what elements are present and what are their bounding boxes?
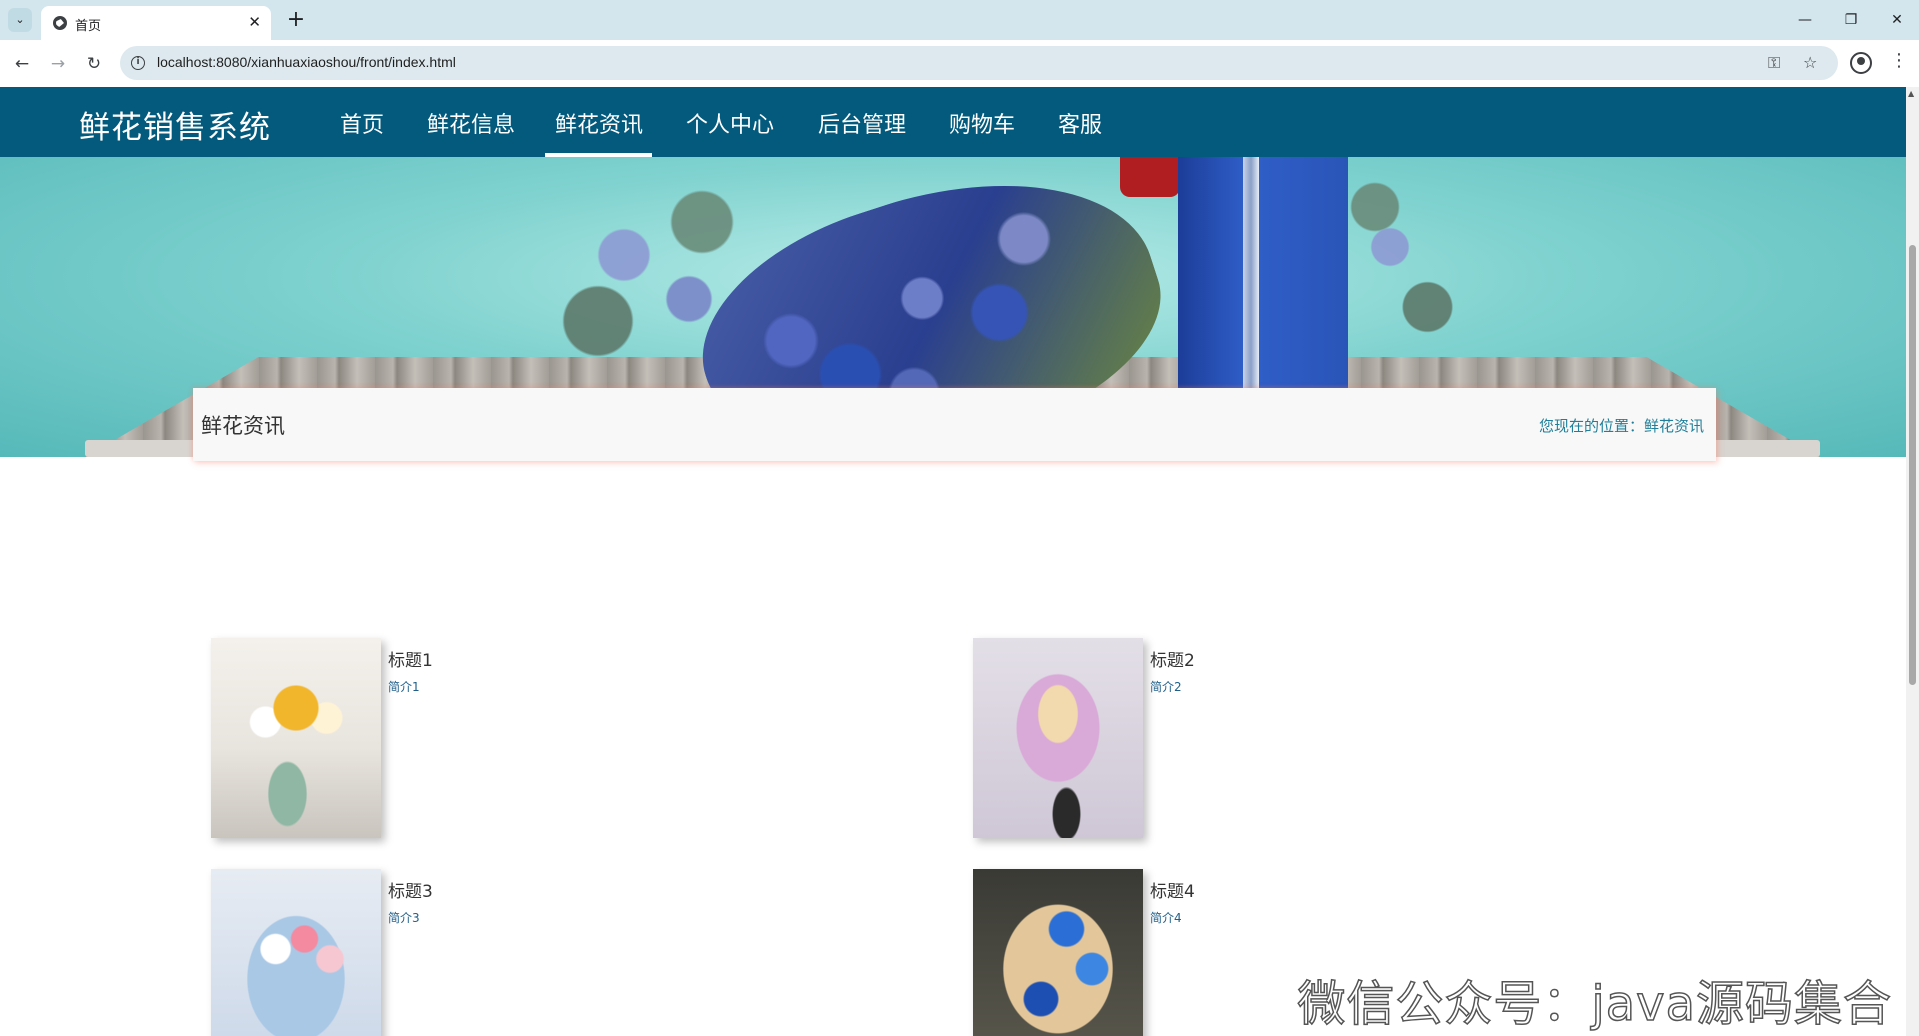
news-intro: 简介2 xyxy=(1150,680,1182,694)
news-intro: 简介4 xyxy=(1150,911,1182,925)
page-scrollbar[interactable]: ▲ xyxy=(1906,87,1919,1036)
nav-home[interactable]: 首页 xyxy=(340,107,384,139)
breadcrumb-panel: 鲜花资讯 您现在的位置：鲜花资讯 xyxy=(193,388,1716,461)
news-title[interactable]: 标题1 xyxy=(388,646,433,671)
password-key-icon[interactable]: ⚿ xyxy=(1768,53,1780,73)
news-image[interactable] xyxy=(211,869,381,1036)
banner-ribbon xyxy=(1243,157,1259,407)
bookmark-star-icon[interactable]: ☆ xyxy=(1803,53,1817,72)
nav-customer-service[interactable]: 客服 xyxy=(1058,107,1102,139)
browser-tab[interactable]: 首页 ✕ xyxy=(41,6,271,40)
news-title[interactable]: 标题3 xyxy=(388,877,433,902)
web-page: 鲜花销售系统 首页 鲜花信息 鲜花资讯 个人中心 后台管理 购物车 客服 鲜花资… xyxy=(0,87,1906,1036)
scrollbar-thumb[interactable] xyxy=(1909,245,1916,685)
more-menu-icon[interactable]: ⋮ xyxy=(1890,50,1908,71)
globe-icon xyxy=(53,16,67,30)
close-window-button[interactable]: ✕ xyxy=(1882,8,1912,32)
nav-flower-news[interactable]: 鲜花资讯 xyxy=(555,107,643,139)
close-tab-icon[interactable]: ✕ xyxy=(248,13,261,31)
nav-personal-center[interactable]: 个人中心 xyxy=(686,107,774,139)
tab-search-button[interactable]: ⌄ xyxy=(8,8,32,32)
reload-icon[interactable]: ↻ xyxy=(82,52,106,76)
url-text[interactable]: localhost:8080/xianhuaxiaoshou/front/ind… xyxy=(157,54,456,70)
scroll-up-arrow-icon[interactable]: ▲ xyxy=(1908,89,1914,98)
news-title[interactable]: 标题2 xyxy=(1150,646,1195,671)
banner-foliage-right xyxy=(1330,167,1480,367)
news-intro: 简介3 xyxy=(388,911,420,925)
section-title: 鲜花资讯 xyxy=(201,414,285,438)
restore-button[interactable]: ❐ xyxy=(1836,8,1866,32)
watermark-text: 微信公众号：java源码集合 xyxy=(1297,975,1892,1033)
back-icon[interactable]: ← xyxy=(10,52,34,76)
site-info-icon[interactable]: i xyxy=(131,56,145,70)
news-title[interactable]: 标题4 xyxy=(1150,877,1195,902)
breadcrumb[interactable]: 您现在的位置：鲜花资讯 xyxy=(1539,415,1704,436)
news-image[interactable] xyxy=(211,638,381,838)
news-image[interactable] xyxy=(973,869,1143,1036)
nav-cart[interactable]: 购物车 xyxy=(949,107,1015,139)
nav-flower-info[interactable]: 鲜花信息 xyxy=(427,107,515,139)
profile-icon[interactable] xyxy=(1850,52,1872,74)
forward-icon[interactable]: → xyxy=(46,52,70,76)
banner-red-box xyxy=(1120,157,1180,197)
minimize-button[interactable]: — xyxy=(1790,8,1820,32)
address-bar[interactable]: i localhost:8080/xianhuaxiaoshou/front/i… xyxy=(120,46,1838,80)
news-intro: 简介1 xyxy=(388,680,420,694)
nav-admin[interactable]: 后台管理 xyxy=(818,107,906,139)
browser-toolbar: ← → ↻ i localhost:8080/xianhuaxiaoshou/f… xyxy=(0,40,1919,87)
browser-tab-bar: ⌄ 首页 ✕ + — ❐ ✕ xyxy=(0,0,1919,40)
site-navbar: 鲜花销售系统 首页 鲜花信息 鲜花资讯 个人中心 后台管理 购物车 客服 xyxy=(0,87,1906,157)
banner-gift-box xyxy=(1178,157,1348,407)
new-tab-button[interactable]: + xyxy=(282,6,310,34)
tab-title: 首页 xyxy=(75,19,102,34)
news-image[interactable] xyxy=(973,638,1143,838)
site-brand[interactable]: 鲜花销售系统 xyxy=(79,102,271,147)
